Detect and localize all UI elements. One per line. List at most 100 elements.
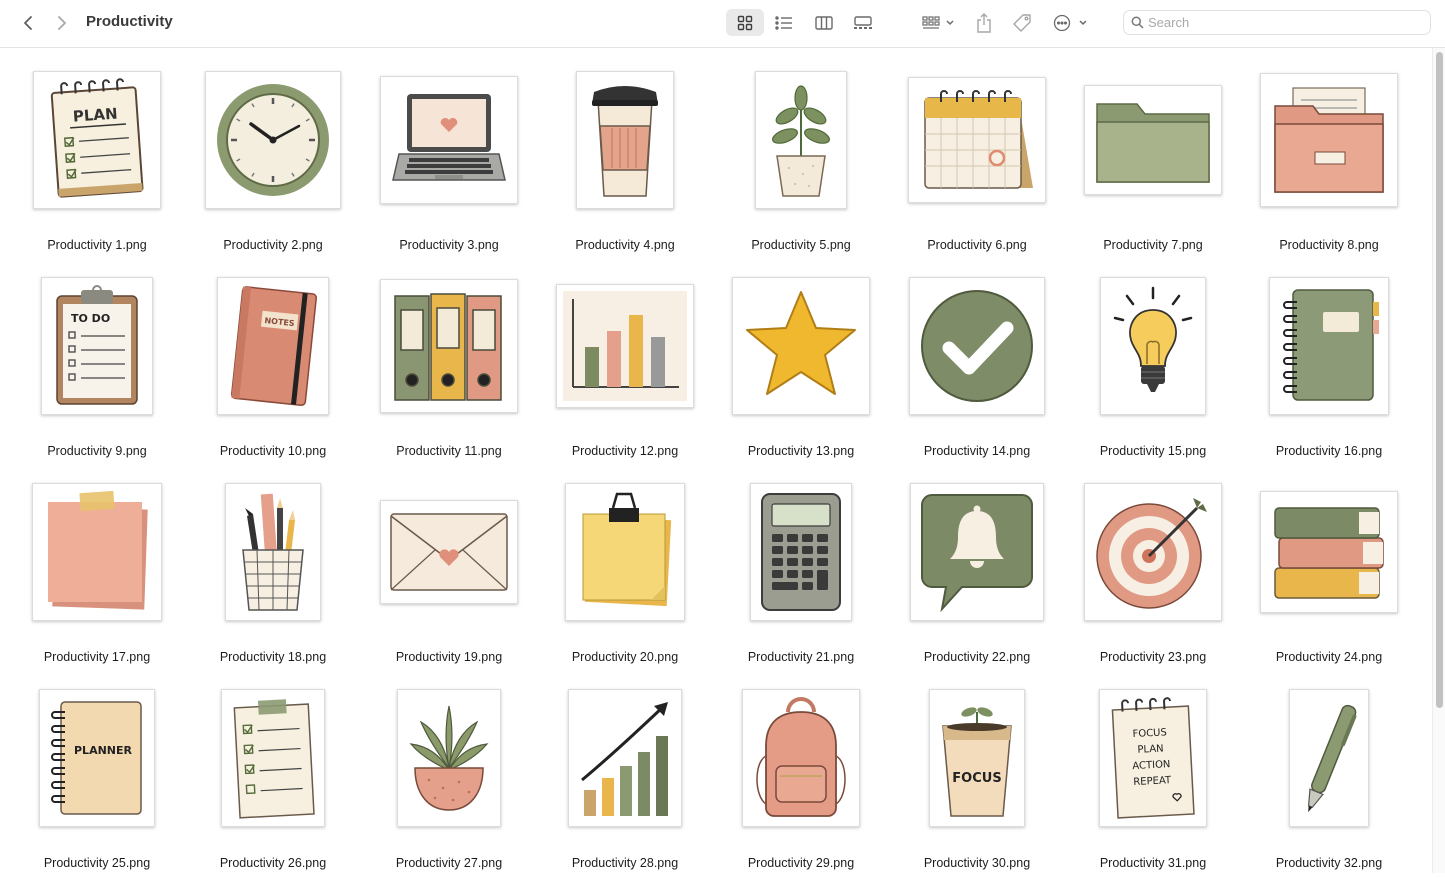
columns-view-icon xyxy=(815,15,833,30)
file-thumbnail xyxy=(907,482,1047,622)
file-thumbnail xyxy=(555,482,695,622)
pencil-cup-icon xyxy=(225,483,321,621)
chevron-right-icon xyxy=(58,16,66,30)
file-name: Productivity 22.png xyxy=(923,650,1031,664)
search-field[interactable] xyxy=(1123,10,1431,35)
binders-icon xyxy=(380,279,518,413)
notification-bell-icon xyxy=(910,483,1044,621)
file-item[interactable]: Productivity 26.png xyxy=(185,678,361,878)
back-button[interactable] xyxy=(16,11,40,35)
checklist-icon xyxy=(221,689,325,827)
file-name: Productivity 12.png xyxy=(571,444,679,458)
file-name: Productivity 4.png xyxy=(575,238,675,252)
file-item[interactable]: Productivity 32.png xyxy=(1241,678,1417,878)
file-thumbnail xyxy=(1083,482,1223,622)
file-thumbnail: PLANNER xyxy=(27,688,167,828)
file-item[interactable]: Productivity 3.png xyxy=(361,60,537,260)
list-view-icon xyxy=(775,15,792,30)
tags-button[interactable] xyxy=(1009,9,1035,36)
file-thumbnail: TO DO xyxy=(27,276,167,416)
file-thumbnail xyxy=(27,482,167,622)
focus-list-item: PLAN xyxy=(1137,743,1164,755)
file-name: Productivity 9.png xyxy=(47,444,147,458)
book-stack-icon xyxy=(1260,491,1398,613)
file-name: Productivity 15.png xyxy=(1099,444,1207,458)
file-thumbnail: PLAN xyxy=(27,70,167,210)
file-item[interactable]: Productivity 4.png xyxy=(537,60,713,260)
file-item[interactable]: Productivity 7.png xyxy=(1065,60,1241,260)
file-thumbnail xyxy=(379,70,519,210)
file-name: Productivity 17.png xyxy=(43,650,151,664)
file-thumbnail xyxy=(1259,70,1399,210)
scrollbar-thumb[interactable] xyxy=(1436,52,1443,708)
file-name: Productivity 18.png xyxy=(219,650,327,664)
file-item[interactable]: Productivity 22.png xyxy=(889,472,1065,672)
file-thumbnail xyxy=(379,276,519,416)
file-thumbnail xyxy=(203,482,343,622)
file-item[interactable]: Productivity 19.png xyxy=(361,472,537,672)
file-item[interactable]: Productivity 20.png xyxy=(537,472,713,672)
laptop-icon xyxy=(380,76,518,204)
file-item[interactable]: PLAN Productivity 1.png xyxy=(9,60,185,260)
action-menu-button[interactable] xyxy=(1050,9,1090,36)
file-thumbnail: NOTES xyxy=(203,276,343,416)
search-input[interactable] xyxy=(1148,14,1418,31)
file-item[interactable]: Productivity 21.png xyxy=(713,472,889,672)
file-thumbnail xyxy=(731,70,871,210)
list-view-button[interactable] xyxy=(767,9,801,36)
icon-view-button[interactable] xyxy=(726,9,764,36)
file-name: Productivity 5.png xyxy=(751,238,851,252)
file-item[interactable]: Productivity 23.png xyxy=(1065,472,1241,672)
file-name: Productivity 29.png xyxy=(747,856,855,870)
file-item[interactable]: Productivity 12.png xyxy=(537,266,713,466)
file-item[interactable]: Productivity 13.png xyxy=(713,266,889,466)
clock-icon xyxy=(205,71,341,209)
chevron-left-icon xyxy=(24,16,32,30)
file-item[interactable]: Productivity 11.png xyxy=(361,266,537,466)
file-name: Productivity 10.png xyxy=(219,444,327,458)
todo-text: TO DO xyxy=(71,312,110,325)
file-item[interactable]: Productivity 29.png xyxy=(713,678,889,878)
file-item[interactable]: Productivity 18.png xyxy=(185,472,361,672)
vertical-scrollbar[interactable] xyxy=(1432,48,1445,873)
tag-icon xyxy=(1013,13,1031,32)
file-thumbnail xyxy=(555,70,695,210)
focus-list-item: REPEAT xyxy=(1133,775,1172,788)
file-item[interactable]: FOCUS Productivity 30.png xyxy=(889,678,1065,878)
file-item[interactable]: Productivity 6.png xyxy=(889,60,1065,260)
file-item[interactable]: Productivity 5.png xyxy=(713,60,889,260)
file-item[interactable]: FOCUS PLAN ACTION REPEAT Productivity 31… xyxy=(1065,678,1241,878)
succulent-icon xyxy=(397,689,501,827)
gallery-view-button[interactable] xyxy=(845,9,881,36)
file-item[interactable]: Productivity 2.png xyxy=(185,60,361,260)
file-item[interactable]: Productivity 17.png xyxy=(9,472,185,672)
file-item[interactable]: Productivity 24.png xyxy=(1241,472,1417,672)
focus-notepad-icon: FOCUS PLAN ACTION REPEAT xyxy=(1099,689,1207,827)
file-grid: PLAN Productivity 1.png Productivity 2.p… xyxy=(0,48,1432,873)
file-name: Productivity 27.png xyxy=(395,856,503,870)
file-thumbnail xyxy=(907,276,1047,416)
group-by-button[interactable] xyxy=(917,9,959,36)
file-thumbnail xyxy=(731,688,871,828)
file-item[interactable]: NOTES Productivity 10.png xyxy=(185,266,361,466)
spiral-notebook-icon xyxy=(1269,277,1389,415)
column-view-button[interactable] xyxy=(806,9,842,36)
file-item[interactable]: PLANNER Productivity 25.png xyxy=(9,678,185,878)
file-thumbnail: FOCUS PLAN ACTION REPEAT xyxy=(1083,688,1223,828)
forward-button[interactable] xyxy=(50,11,74,35)
file-item[interactable]: Productivity 27.png xyxy=(361,678,537,878)
gallery-view-icon xyxy=(854,15,872,29)
file-item[interactable]: Productivity 16.png xyxy=(1241,266,1417,466)
file-item[interactable]: Productivity 14.png xyxy=(889,266,1065,466)
share-button[interactable] xyxy=(972,9,996,36)
file-item[interactable]: TO DO Productivity 9.png xyxy=(9,266,185,466)
file-name: Productivity 26.png xyxy=(219,856,327,870)
file-item[interactable]: Productivity 8.png xyxy=(1241,60,1417,260)
file-item[interactable]: Productivity 28.png xyxy=(537,678,713,878)
file-name: Productivity 24.png xyxy=(1275,650,1383,664)
focus-list-item: FOCUS xyxy=(1132,727,1167,740)
file-thumbnail xyxy=(1083,70,1223,210)
file-item[interactable]: Productivity 15.png xyxy=(1065,266,1241,466)
file-thumbnail xyxy=(1259,276,1399,416)
file-name: Productivity 16.png xyxy=(1275,444,1383,458)
